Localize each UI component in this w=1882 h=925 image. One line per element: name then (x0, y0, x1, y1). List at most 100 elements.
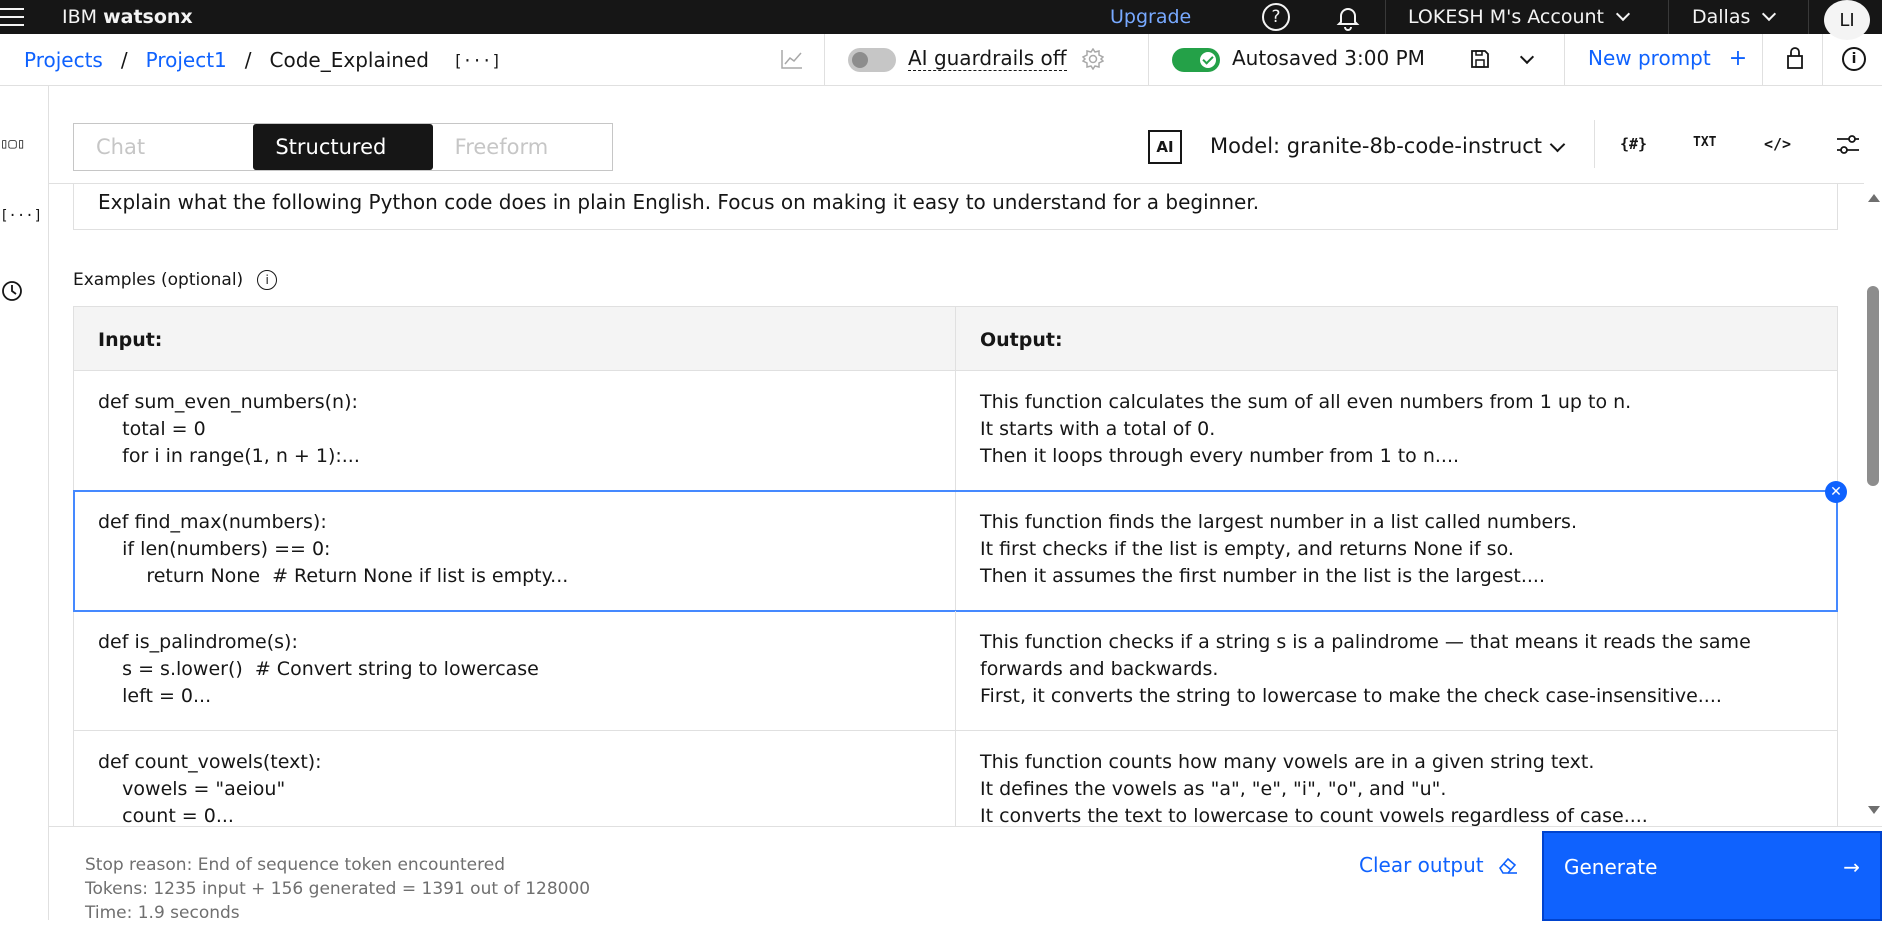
chevron-down-icon (1762, 6, 1777, 22)
header-divider (1668, 0, 1669, 34)
toolbar-divider (1148, 34, 1149, 86)
output-line: This function counts how many vowels are… (980, 751, 1595, 773)
ai-model-icon: AI (1148, 130, 1182, 164)
clear-output-button[interactable]: Clear output (1359, 853, 1518, 877)
plus-icon: + (1728, 46, 1748, 71)
mode-freeform-tab[interactable]: Freeform (433, 124, 612, 170)
save-icon[interactable] (1470, 49, 1490, 69)
example-input-cell[interactable]: def sum_even_numbers(n): total = 0 for i… (74, 371, 956, 490)
upgrade-link[interactable]: Upgrade (1110, 6, 1191, 28)
generate-label: Generate (1564, 855, 1658, 879)
generate-button[interactable]: Generate → (1542, 831, 1882, 921)
example-output-cell[interactable]: This function finds the largest number i… (956, 491, 1837, 610)
output-line: First, it converts the string to lowerca… (980, 685, 1722, 707)
gear-icon[interactable] (1082, 48, 1104, 70)
history-icon[interactable] (0, 279, 24, 303)
prompt-variables-icon[interactable]: [···] (453, 51, 501, 70)
generation-stats: Stop reason: End of sequence token encou… (85, 853, 590, 925)
vertical-scrollbar[interactable] (1864, 190, 1882, 820)
guardrails-label: AI guardrails off (908, 46, 1067, 71)
eraser-icon (1498, 857, 1517, 874)
brand-prefix: IBM (62, 6, 98, 28)
example-output-cell[interactable]: This function checks if a string s is a … (956, 611, 1837, 730)
header-divider (1385, 0, 1386, 34)
toolbar-divider (824, 34, 825, 86)
toolbar-divider (1762, 34, 1763, 86)
variables-tool-icon[interactable]: {#} (1620, 135, 1647, 153)
menu-icon[interactable] (0, 8, 24, 26)
output-line: It converts the text to lowercase to cou… (980, 805, 1648, 826)
breadcrumb-separator: / (244, 48, 252, 72)
chevron-down-icon (1615, 6, 1631, 22)
model-selector[interactable]: Model: granite-8b-code-instruct (1210, 134, 1542, 158)
new-prompt-label: New prompt (1588, 46, 1711, 70)
prompt-editor-area: Explain what the following Python code d… (49, 183, 1864, 826)
output-line: It defines the vowels as "a", "e", "i", … (980, 778, 1447, 800)
new-prompt-button[interactable]: New prompt + (1588, 46, 1747, 71)
mode-structured-tab[interactable]: Structured (253, 124, 433, 170)
info-icon[interactable]: i (1842, 47, 1866, 71)
chevron-down-icon[interactable] (1549, 136, 1566, 153)
lock-icon[interactable] (1785, 46, 1805, 70)
toolbar-divider (1564, 34, 1565, 86)
output-line: This function finds the largest number i… (980, 511, 1577, 533)
generation-footer: Stop reason: End of sequence token encou… (49, 826, 1882, 923)
info-icon[interactable]: i (257, 270, 278, 290)
clear-output-label: Clear output (1359, 853, 1484, 877)
examples-table-header: Input: Output: (74, 307, 1837, 371)
token-count: Tokens: 1235 input + 156 generated = 139… (85, 879, 591, 899)
breadcrumb-projects[interactable]: Projects (24, 48, 103, 72)
stop-reason: Stop reason: End of sequence token encou… (85, 855, 505, 875)
brand-logo[interactable]: IBM watsonx (62, 6, 193, 28)
table-row[interactable]: def is_palindrome(s): s = s.lower() # Co… (74, 611, 1837, 731)
code-view-icon[interactable]: </> (1764, 135, 1791, 153)
toolbar-divider (1822, 34, 1823, 86)
example-input-cell[interactable]: def find_max(numbers): if len(numbers) =… (74, 491, 956, 610)
example-output-cell[interactable]: This function calculates the sum of all … (956, 371, 1837, 490)
arrow-right-icon: → (1843, 855, 1860, 879)
account-name: LOKESH M's Account (1408, 6, 1604, 28)
brand-product: watsonx (103, 6, 193, 28)
table-row[interactable]: def find_max(numbers): if len(numbers) =… (73, 481, 1847, 612)
output-line: It starts with a total of 0. (980, 418, 1216, 440)
examples-label-text: Examples (optional) (73, 270, 244, 290)
generation-time: Time: 1.9 seconds (85, 903, 240, 923)
output-line: This function checks if a string s is a … (980, 631, 1751, 680)
help-icon[interactable]: ? (1262, 3, 1290, 31)
chart-icon[interactable] (780, 48, 804, 70)
mode-switcher: Chat Structured Freeform (73, 123, 613, 171)
table-row[interactable]: def sum_even_numbers(n): total = 0 for i… (74, 371, 1837, 491)
left-rail: ▯▢▯ [···] (0, 86, 49, 920)
instruction-field[interactable]: Explain what the following Python code d… (73, 184, 1838, 230)
example-input-cell[interactable]: def count_vowels(text): vowels = "aeiou"… (74, 731, 956, 826)
guardrails-toggle[interactable] (848, 48, 896, 72)
header-divider (1808, 0, 1809, 34)
autosave-toggle[interactable] (1172, 48, 1220, 72)
breadcrumb: Projects / Project1 / Code_Explained [··… (24, 48, 501, 72)
output-line: It first checks if the list is empty, an… (980, 538, 1514, 560)
scroll-up-arrow-icon[interactable] (1868, 194, 1880, 202)
breadcrumb-separator: / (120, 48, 128, 72)
parameters-sliders-icon[interactable] (1836, 134, 1860, 156)
autosaved-status: Autosaved 3:00 PM (1232, 46, 1425, 70)
example-input-cell[interactable]: def is_palindrome(s): s = s.lower() # Co… (74, 611, 956, 730)
account-switcher[interactable]: LOKESH M's Account (1408, 6, 1631, 28)
output-column-header: Output: (980, 329, 1063, 351)
scrollbar-thumb[interactable] (1867, 286, 1879, 486)
text-view-icon[interactable]: TXT (1693, 135, 1716, 150)
top-header: IBM watsonx Upgrade ? LOKESH M's Account… (0, 0, 1882, 40)
variables-icon[interactable]: [···] (0, 208, 42, 230)
project-toolbar: Projects / Project1 / Code_Explained [··… (0, 34, 1882, 86)
toolbar-divider (1594, 120, 1595, 168)
example-output-cell[interactable]: This function counts how many vowels are… (956, 731, 1837, 826)
mode-chat-tab[interactable]: Chat (74, 124, 253, 170)
scroll-down-arrow-icon[interactable] (1868, 806, 1880, 814)
save-options-chevron-icon[interactable] (1519, 49, 1535, 65)
notification-bell-icon[interactable] (1334, 3, 1362, 31)
table-row[interactable]: def count_vowels(text): vowels = "aeiou"… (74, 731, 1837, 826)
remove-example-close-icon[interactable]: ✕ (1825, 481, 1847, 503)
region-switcher[interactable]: Dallas (1692, 6, 1777, 28)
examples-table: Input: Output: def sum_even_numbers(n): … (73, 306, 1847, 826)
breadcrumb-project1[interactable]: Project1 (146, 48, 227, 72)
prompt-view-icon[interactable]: ▯▢▯ (0, 136, 25, 158)
